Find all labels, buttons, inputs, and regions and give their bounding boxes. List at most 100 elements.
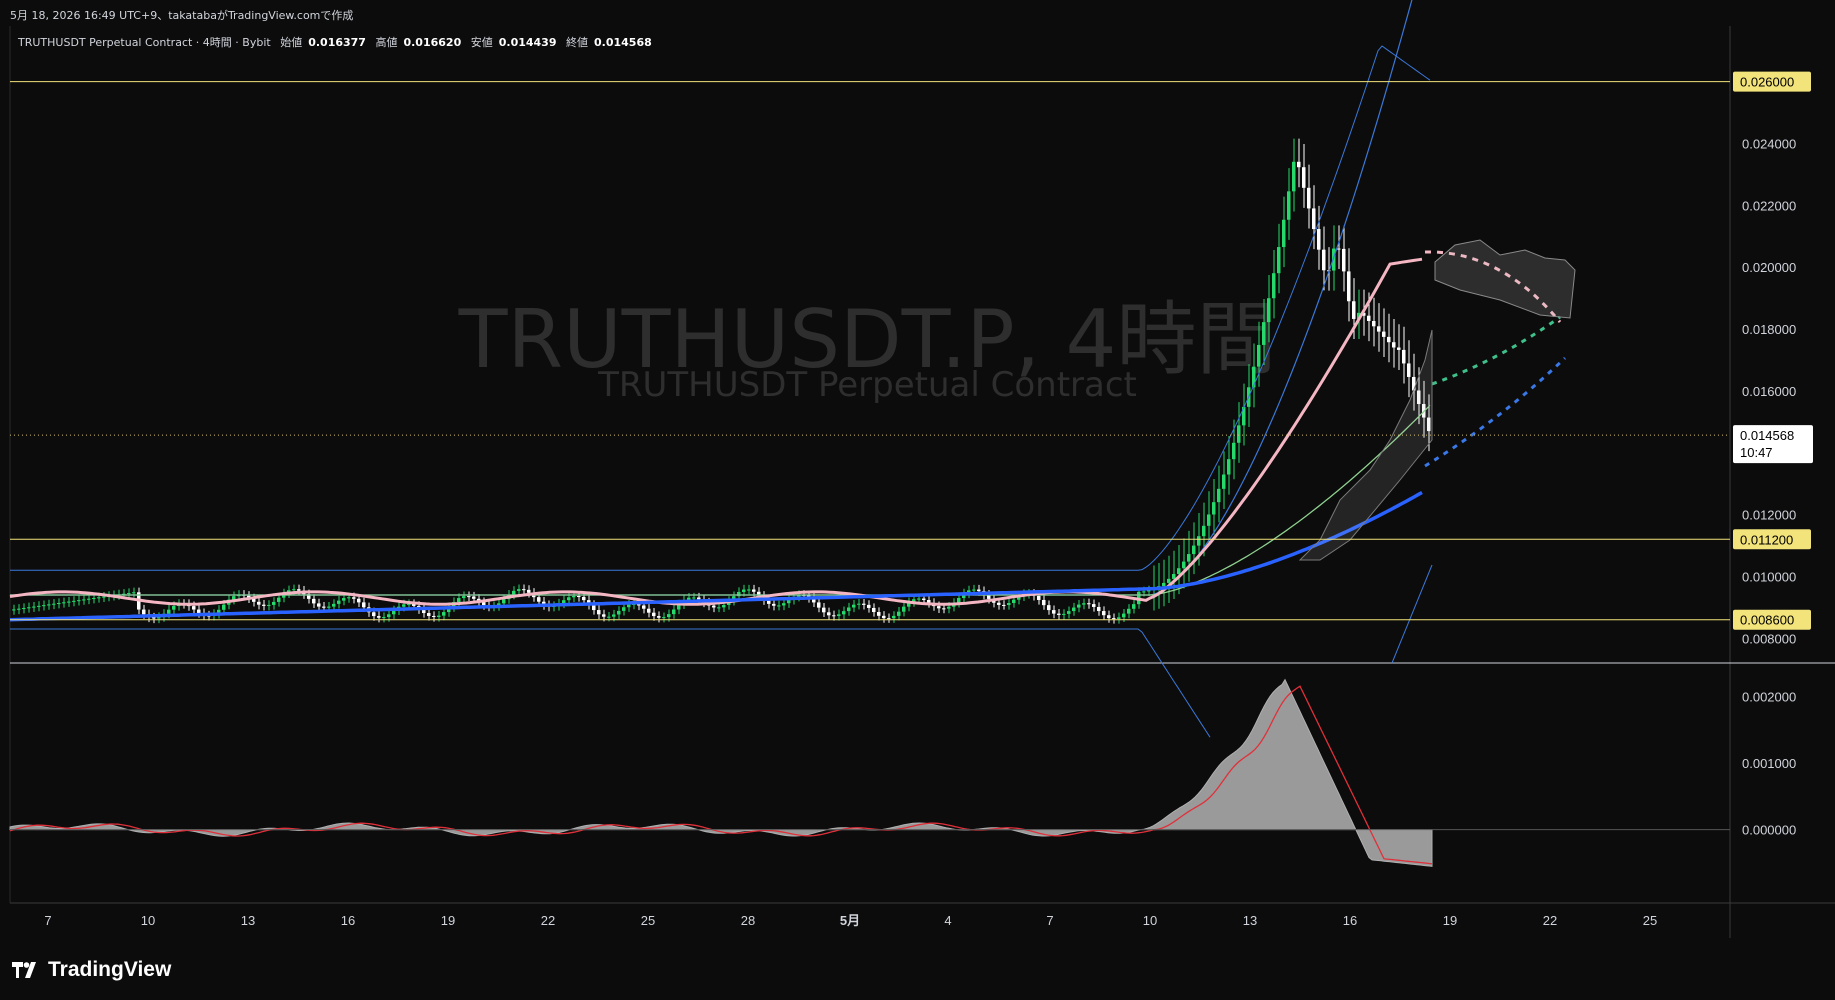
candle-body [857, 603, 861, 605]
candle-body [1087, 603, 1091, 605]
candle-body [897, 611, 901, 616]
macd-tick-2: 0.001000 [1742, 756, 1796, 771]
candle-body [1292, 161, 1296, 192]
candle-body [1052, 610, 1056, 614]
candle-body [1392, 342, 1396, 348]
candle-body [1382, 331, 1386, 337]
candle-body [1337, 248, 1341, 250]
candle-body [902, 606, 906, 612]
candle-body [462, 596, 466, 599]
candle-body [1037, 595, 1041, 600]
candle-body [642, 605, 646, 609]
candle-body [972, 589, 976, 591]
price-tick-2: 0.022000 [1742, 198, 1796, 213]
candle-body [402, 604, 406, 607]
candle-body [457, 598, 461, 603]
candle-body [1272, 273, 1276, 299]
level-tag-label-3: 0.008600 [1740, 613, 1794, 628]
candle-body [1112, 618, 1116, 620]
candle-body [607, 616, 611, 618]
candle-body [837, 614, 841, 616]
candle-body [862, 603, 866, 605]
candle-body [1232, 442, 1236, 460]
candle-body [1387, 336, 1391, 343]
candle-body [877, 612, 881, 616]
candle-body [262, 604, 266, 606]
candle-body [1187, 554, 1191, 562]
candles-group [12, 138, 1431, 624]
price-chart[interactable]: 0.026000 0.011200 0.008600 0.014568 10:47 0.0… [0, 0, 1835, 940]
close-label: 終値 [566, 36, 588, 49]
candle-body [1062, 613, 1066, 615]
candle-body [917, 598, 921, 600]
time-tick-5: 19 [441, 913, 455, 928]
candle-body [1407, 363, 1411, 377]
candle-body [752, 589, 756, 592]
candle-body [1287, 191, 1291, 220]
candle-body [667, 614, 671, 618]
time-tick-12: 10 [1143, 913, 1157, 928]
candle-body [617, 610, 621, 615]
candle-body [662, 617, 666, 619]
candle-body [622, 607, 626, 611]
candle-body [1322, 249, 1326, 271]
candle-body [922, 598, 926, 601]
candle-body [1007, 603, 1011, 606]
candle-body [322, 606, 326, 608]
candle-body [437, 615, 441, 617]
candle-body [1372, 320, 1376, 327]
price-tick-7: 0.010000 [1742, 569, 1796, 584]
candle-body [567, 597, 571, 601]
candle-body [82, 599, 86, 601]
bar-countdown: 10:47 [1740, 445, 1773, 460]
candle-body [842, 611, 846, 615]
candle-body [277, 597, 281, 602]
candle-body [172, 606, 176, 610]
candle-body [12, 609, 16, 611]
ema-blue-projection [1424, 356, 1567, 468]
candle-body [657, 616, 661, 618]
high-value: 0.016620 [403, 36, 462, 49]
candle-body [1172, 573, 1176, 579]
candle-body [867, 604, 871, 608]
candle-body [362, 602, 366, 608]
candle-body [1282, 219, 1286, 248]
open-label: 始値 [280, 36, 303, 49]
candle-body [852, 604, 856, 608]
candle-body [1002, 604, 1006, 606]
candle-body [92, 598, 96, 600]
candle-body [1072, 607, 1076, 612]
candle-body [1167, 578, 1171, 583]
candle-body [222, 604, 226, 610]
candle-body [1257, 344, 1261, 367]
candle-body [782, 603, 786, 606]
candle-body [432, 615, 436, 617]
candle-body [697, 597, 701, 600]
candle-body [887, 618, 891, 620]
candle-body [1047, 605, 1051, 611]
candle-body [942, 608, 946, 610]
candle-body [127, 593, 131, 595]
candle-body [1367, 315, 1371, 321]
candle-body [997, 602, 1001, 605]
price-tick-1: 0.024000 [1742, 137, 1796, 152]
candle-body [1192, 545, 1196, 555]
candle-body [52, 603, 56, 605]
candle-body [722, 605, 726, 608]
candle-body [1122, 613, 1126, 618]
candle-body [582, 596, 586, 601]
low-value: 0.014439 [498, 36, 557, 49]
ichimoku-cloud [1434, 239, 1576, 319]
candle-body [882, 615, 886, 619]
candle-body [472, 596, 476, 599]
candle-body [1352, 301, 1356, 319]
candle-body [822, 607, 826, 613]
candle-body [317, 603, 321, 607]
candle-body [387, 614, 391, 618]
candle-body [1402, 349, 1406, 364]
candle-body [712, 605, 716, 608]
candle-body [1197, 536, 1201, 546]
candle-body [612, 614, 616, 617]
time-tick-8: 28 [741, 913, 755, 928]
candle-body [57, 603, 61, 605]
